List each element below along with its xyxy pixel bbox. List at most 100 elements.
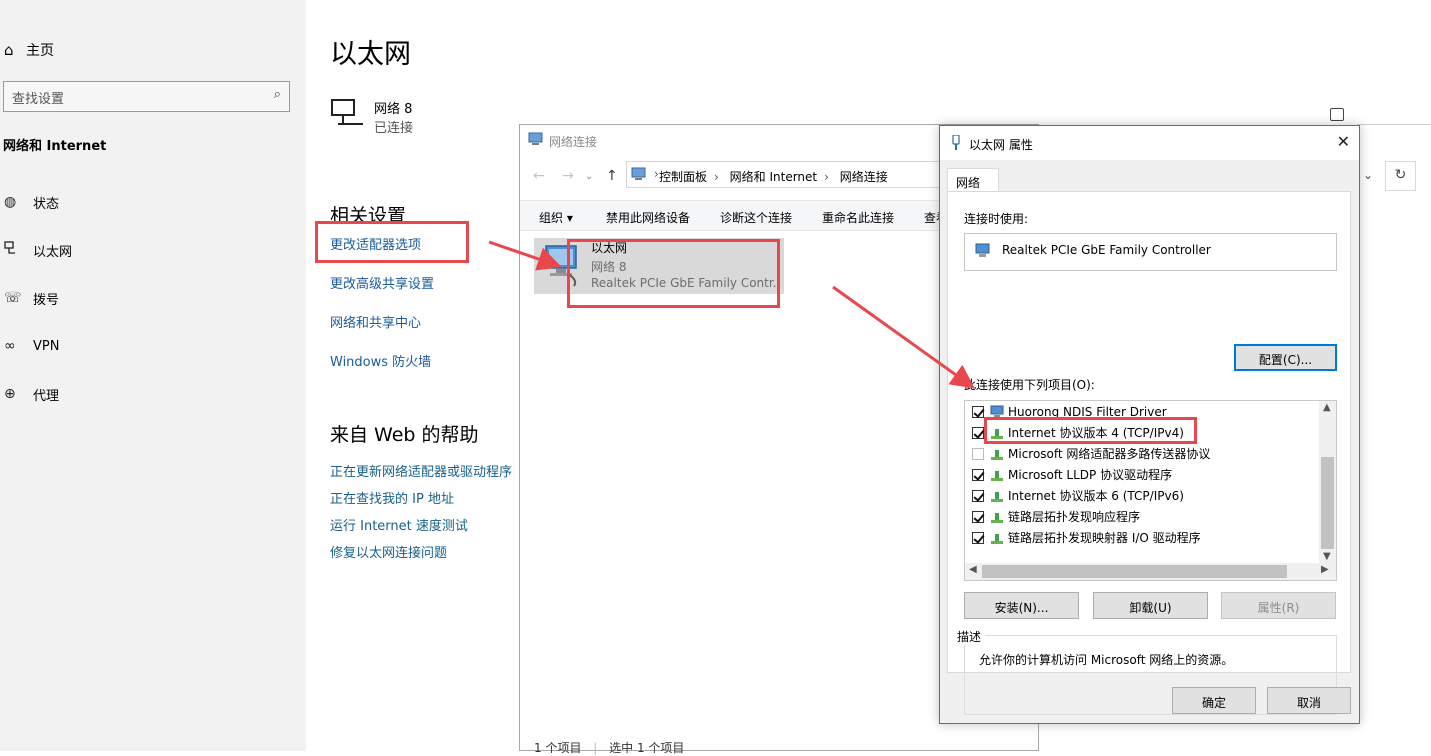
checkbox[interactable] [972,489,984,502]
home-icon: ⌂ [4,41,14,59]
highlight-box-ipv6 [984,417,1197,444]
item-count: 1 个项目 [534,741,582,755]
scrollbar-thumb[interactable] [982,565,1287,578]
description-legend: 描述 [953,628,986,645]
proxy-globe-icon: ⊕ [4,386,16,402]
checkbox[interactable] [972,426,984,439]
scroll-up-icon[interactable]: ▲ [1323,402,1331,413]
sidebar-item-dialup[interactable]: ☏ 拨号 [4,288,59,308]
organize-menu[interactable]: 组织 ▾ [539,209,573,226]
scroll-right-icon[interactable]: ▶ [1321,564,1329,575]
sidebar-home[interactable]: ⌂ 主页 [4,40,54,60]
protocol-icon [991,470,1003,481]
highlight-box-ethernet-adapter [567,239,780,308]
sidebar-home-label: 主页 [26,43,54,59]
horizontal-scrollbar[interactable]: ◀ ▶ [965,563,1336,580]
rename-connection-button[interactable]: 重命名此连接 [822,209,894,226]
cancel-button[interactable]: 取消 [1267,687,1351,714]
description-text: 允许你的计算机访问 Microsoft 网络上的资源。 [979,653,1234,667]
sidebar-item-label: 代理 [33,388,60,404]
list-item-label: 链路层拓扑发现响应程序 [1008,510,1141,524]
uninstall-button[interactable]: 卸载(U) [1093,592,1208,619]
checkbox[interactable] [972,510,984,523]
vertical-scrollbar[interactable]: ▲ ▼ [1319,401,1336,565]
list-item-label: Microsoft 网络适配器多路传送器协议 [1008,447,1211,461]
background-window-partial: ⌄ ↻ [1357,124,1431,200]
list-item[interactable]: Microsoft LLDP 协议驱动程序 [972,465,1172,484]
nic-icon [975,243,990,257]
list-item-label: Microsoft LLDP 协议驱动程序 [1008,468,1173,482]
vpn-icon: ∞ [4,338,16,354]
recent-dropdown-icon[interactable]: ⌄ [585,171,593,182]
web-help-heading: 来自 Web 的帮助 [330,424,479,446]
checkbox[interactable] [972,531,984,544]
protocol-icon [991,491,1003,502]
list-item[interactable]: 链路层拓扑发现映射器 I/O 驱动程序 [972,528,1201,547]
sidebar-item-label: VPN [33,338,60,354]
search-icon[interactable]: ⌕ [274,87,281,102]
adapter-name-box: Realtek PCIe GbE Family Controller [964,233,1337,271]
ethernet-plug-icon [952,135,960,150]
wired-network-icon [331,99,363,125]
sidebar-item-ethernet[interactable]: 以太网 [4,240,72,260]
dialog-title: 以太网 属性 [940,126,1359,160]
up-arrow-icon[interactable]: ↑ [606,168,618,184]
breadcrumb-item[interactable]: 网络和 Internet [730,170,817,184]
sidebar-item-label: 状态 [33,196,60,212]
tab-network[interactable]: 网络 [947,168,999,192]
forward-arrow-icon[interactable]: → [562,168,574,184]
help-link-update-adapter[interactable]: 正在更新网络适配器或驱动程序 [330,461,512,480]
sidebar-item-proxy[interactable]: ⊕ 代理 [4,384,59,404]
checkbox[interactable] [972,405,984,418]
list-item[interactable]: Microsoft 网络适配器多路传送器协议 [972,444,1210,463]
sidebar-section-title: 网络和 Internet [3,139,107,154]
diagnose-connection-button[interactable]: 诊断这个连接 [720,209,792,226]
link-windows-firewall[interactable]: Windows 防火墙 [330,351,431,370]
connect-using-label: 连接时使用: [964,212,1029,226]
protocol-icon [991,449,1003,460]
scroll-down-icon[interactable]: ▼ [1323,551,1331,562]
highlight-box-adapter-options [315,221,469,263]
feedback-icon[interactable] [1330,108,1344,121]
ok-button[interactable]: 确定 [1172,687,1256,714]
scroll-left-icon[interactable]: ◀ [969,564,977,575]
help-link-fix-ethernet[interactable]: 修复以太网连接问题 [330,542,447,561]
items-list-label: 此连接使用下列项目(O): [964,378,1095,392]
list-item[interactable]: Internet 协议版本 6 (TCP/IPv6) [972,486,1184,505]
scrollbar-thumb[interactable] [1321,457,1334,549]
link-network-sharing-center[interactable]: 网络和共享中心 [330,312,421,331]
selected-count: 选中 1 个项目 [609,741,685,755]
configure-button[interactable]: 配置(C)... [1234,344,1337,371]
breadcrumb-item[interactable]: 控制面板 [659,170,707,184]
install-button[interactable]: 安装(N)... [964,592,1079,619]
sidebar-item-label: 拨号 [33,292,60,308]
sidebar-item-status[interactable]: ◍ 状态 [4,192,59,212]
close-icon[interactable]: ✕ [1337,132,1350,151]
component-properties-button[interactable]: 属性(R) [1221,592,1336,619]
help-link-find-ip[interactable]: 正在查找我的 IP 地址 [330,488,454,507]
control-panel-icon [631,167,646,180]
list-item[interactable]: 链路层拓扑发现响应程序 [972,507,1140,526]
checkbox[interactable] [972,468,984,481]
settings-sidebar: ⌂ 主页 查找设置 ⌕ 网络和 Internet ◍ 状态 以太网 ☏ 拨号 ∞… [0,0,306,751]
breadcrumb-item[interactable]: 网络连接 [840,170,888,184]
help-link-speed-test[interactable]: 运行 Internet 速度测试 [330,515,468,534]
link-advanced-sharing[interactable]: 更改高级共享设置 [330,273,434,292]
globe-status-icon: ◍ [4,194,17,210]
checkbox[interactable] [972,447,984,460]
search-placeholder: 查找设置 [12,92,65,107]
network-name[interactable]: 网络 8 [374,98,412,117]
settings-search-input[interactable]: 查找设置 ⌕ [3,81,290,112]
list-item-label: Internet 协议版本 6 (TCP/IPv6) [1008,489,1184,503]
disable-device-button[interactable]: 禁用此网络设备 [606,209,690,226]
protocol-icon [991,512,1003,523]
back-arrow-icon[interactable]: ← [533,168,545,184]
dialup-icon: ☏ [4,290,22,306]
list-item-label: 链路层拓扑发现映射器 I/O 驱动程序 [1008,531,1201,545]
refresh-icon[interactable]: ↻ [1385,161,1416,191]
chevron-down-icon[interactable]: ⌄ [1357,161,1383,191]
ethernet-icon [4,241,33,259]
protocol-icon [991,533,1003,544]
page-title: 以太网 [330,39,411,70]
sidebar-item-vpn[interactable]: ∞ VPN [4,336,59,356]
